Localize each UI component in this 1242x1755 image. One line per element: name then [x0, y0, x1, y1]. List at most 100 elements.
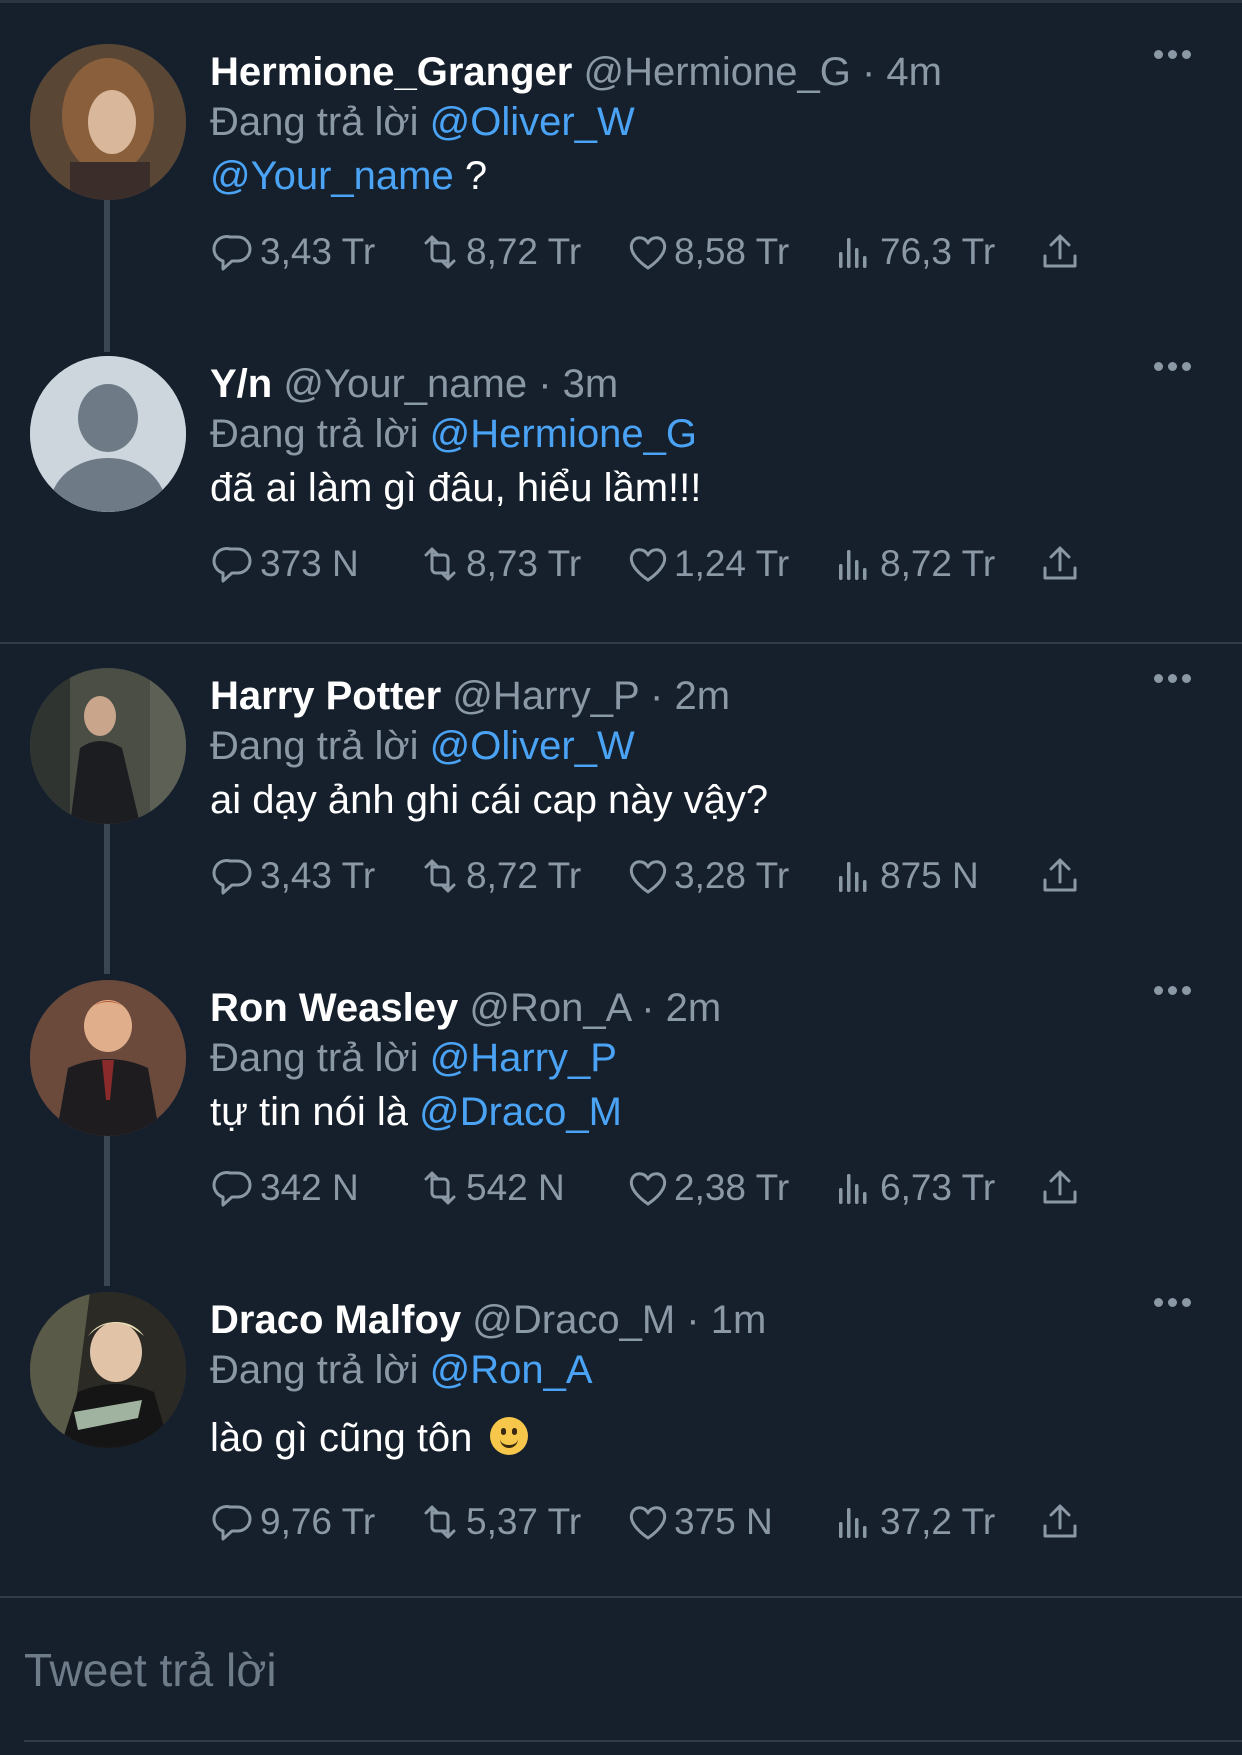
views-icon	[839, 550, 867, 580]
more-options-icon[interactable]	[1154, 358, 1198, 402]
display-name[interactable]: Hermione_Granger	[210, 50, 572, 94]
replying-to-mention[interactable]: @Ron_A	[430, 1348, 593, 1392]
reply-button[interactable]: 373 N	[210, 536, 359, 592]
heart-icon	[629, 1172, 667, 1206]
retweet-button[interactable]: 5,37 Tr	[416, 1494, 581, 1550]
smiley-emoji-icon	[489, 1417, 528, 1455]
tweet-header: Draco Malfoy @Draco_M · 1m	[210, 1292, 766, 1348]
user-handle[interactable]: @Harry_P	[452, 674, 639, 718]
tweet-actions: 342 N 542 N 2,38 Tr 6,73 Tr	[210, 1160, 1110, 1216]
timestamp: · 1m	[686, 1298, 767, 1342]
tweet-text: lào gì cũng tôn	[210, 1412, 528, 1464]
thread-divider	[0, 642, 1242, 644]
like-button[interactable]: 2,38 Tr	[624, 1160, 789, 1216]
more-options-icon[interactable]	[1154, 46, 1198, 90]
reply-icon	[212, 1505, 252, 1541]
reply-icon	[212, 859, 252, 895]
avatar-draco[interactable]	[30, 1292, 186, 1448]
views-button[interactable]: 8,72 Tr	[830, 536, 995, 592]
heart-icon	[629, 548, 667, 582]
tweet-header: Hermione_Granger @Hermione_G · 4m	[210, 44, 942, 100]
share-icon	[1043, 1170, 1077, 1204]
user-handle[interactable]: @Hermione_G	[583, 50, 850, 94]
avatar-hermione[interactable]	[30, 44, 186, 200]
replying-to-mention[interactable]: @Oliver_W	[430, 100, 635, 144]
tweet-text: @Your_name ?	[210, 150, 487, 202]
share-icon	[1043, 546, 1077, 580]
replying-to-label: Đang trả lời	[210, 412, 419, 456]
body-text: ?	[453, 154, 488, 198]
tweet-actions: 3,43 Tr 8,72 Tr 3,28 Tr 875 N	[210, 848, 1110, 904]
retweet-count: 5,37 Tr	[466, 1501, 582, 1542]
body-mention[interactable]: @Your_name	[210, 154, 454, 198]
user-handle[interactable]: @Your_name	[283, 362, 527, 406]
display-name[interactable]: Draco Malfoy	[210, 1298, 461, 1342]
reply-button[interactable]: 9,76 Tr	[210, 1494, 375, 1550]
body-text: tự tin nói là	[210, 1090, 420, 1134]
body-mention[interactable]: @Draco_M	[419, 1090, 622, 1134]
like-button[interactable]: 3,28 Tr	[624, 848, 789, 904]
share-icon	[1043, 234, 1077, 268]
user-handle[interactable]: @Draco_M	[472, 1298, 675, 1342]
display-name[interactable]: Ron Weasley	[210, 986, 458, 1030]
reply-count: 373 N	[260, 543, 359, 584]
composer-underline	[24, 1740, 1242, 1742]
share-button[interactable]	[1036, 1160, 1084, 1216]
like-button[interactable]: 375 N	[624, 1494, 773, 1550]
avatar-harry[interactable]	[30, 668, 186, 824]
retweet-icon	[424, 1171, 456, 1205]
replying-to-mention[interactable]: @Harry_P	[430, 1036, 617, 1080]
thread-line	[104, 1134, 110, 1286]
tweet-actions: 3,43 Tr 8,72 Tr 8,58 Tr 76,3 Tr	[210, 224, 1110, 280]
tweet-text: tự tin nói là @Draco_M	[210, 1086, 622, 1138]
retweet-button[interactable]: 8,72 Tr	[416, 848, 581, 904]
replying-to-mention[interactable]: @Hermione_G	[430, 412, 697, 456]
thread-line	[104, 200, 110, 352]
tweet-actions: 373 N 8,73 Tr 1,24 Tr 8,72 Tr	[210, 536, 1110, 592]
views-icon	[839, 1508, 867, 1538]
reply-count: 3,43 Tr	[260, 855, 376, 896]
retweet-button[interactable]: 8,73 Tr	[416, 536, 581, 592]
more-options-icon[interactable]	[1154, 670, 1198, 714]
replying-to: Đang trả lời @Harry_P	[210, 1032, 617, 1084]
like-button[interactable]: 8,58 Tr	[624, 224, 789, 280]
views-button[interactable]: 37,2 Tr	[830, 1494, 995, 1550]
views-button[interactable]: 76,3 Tr	[830, 224, 995, 280]
avatar-ron[interactable]	[30, 980, 186, 1136]
reply-button[interactable]: 3,43 Tr	[210, 224, 375, 280]
reply-button[interactable]: 342 N	[210, 1160, 359, 1216]
replying-to-label: Đang trả lời	[210, 100, 419, 144]
more-options-icon[interactable]	[1154, 982, 1198, 1026]
like-count: 1,24 Tr	[674, 543, 790, 584]
replying-to: Đang trả lời @Oliver_W	[210, 96, 635, 148]
display-name[interactable]: Harry Potter	[210, 674, 441, 718]
share-button[interactable]	[1036, 848, 1084, 904]
tweet-header: Ron Weasley @Ron_A · 2m	[210, 980, 721, 1036]
replying-to-label: Đang trả lời	[210, 1036, 419, 1080]
retweet-button[interactable]: 542 N	[416, 1160, 565, 1216]
share-button[interactable]	[1036, 224, 1084, 280]
more-options-icon[interactable]	[1154, 1294, 1198, 1338]
share-button[interactable]	[1036, 536, 1084, 592]
replying-to-mention[interactable]: @Oliver_W	[430, 724, 635, 768]
reply-composer-input[interactable]: Tweet trả lời	[24, 1640, 277, 1700]
reply-button[interactable]: 3,43 Tr	[210, 848, 375, 904]
like-count: 3,28 Tr	[674, 855, 790, 896]
timestamp: · 3m	[538, 362, 619, 406]
view-count: 76,3 Tr	[880, 231, 996, 272]
replying-to: Đang trả lời @Hermione_G	[210, 408, 697, 460]
views-button[interactable]: 6,73 Tr	[830, 1160, 995, 1216]
avatar-default[interactable]	[30, 356, 186, 512]
timestamp: · 4m	[861, 50, 942, 94]
timestamp: · 2m	[641, 986, 722, 1030]
views-button[interactable]: 875 N	[830, 848, 979, 904]
views-icon	[839, 238, 867, 268]
display-name[interactable]: Y/n	[210, 362, 272, 406]
retweet-button[interactable]: 8,72 Tr	[416, 224, 581, 280]
tweet-text: đã ai làm gì đâu, hiểu lầm!!!	[210, 466, 702, 510]
view-count: 37,2 Tr	[880, 1501, 996, 1542]
views-icon	[839, 1174, 867, 1204]
like-button[interactable]: 1,24 Tr	[624, 536, 789, 592]
user-handle[interactable]: @Ron_A	[469, 986, 630, 1030]
share-button[interactable]	[1036, 1494, 1084, 1550]
